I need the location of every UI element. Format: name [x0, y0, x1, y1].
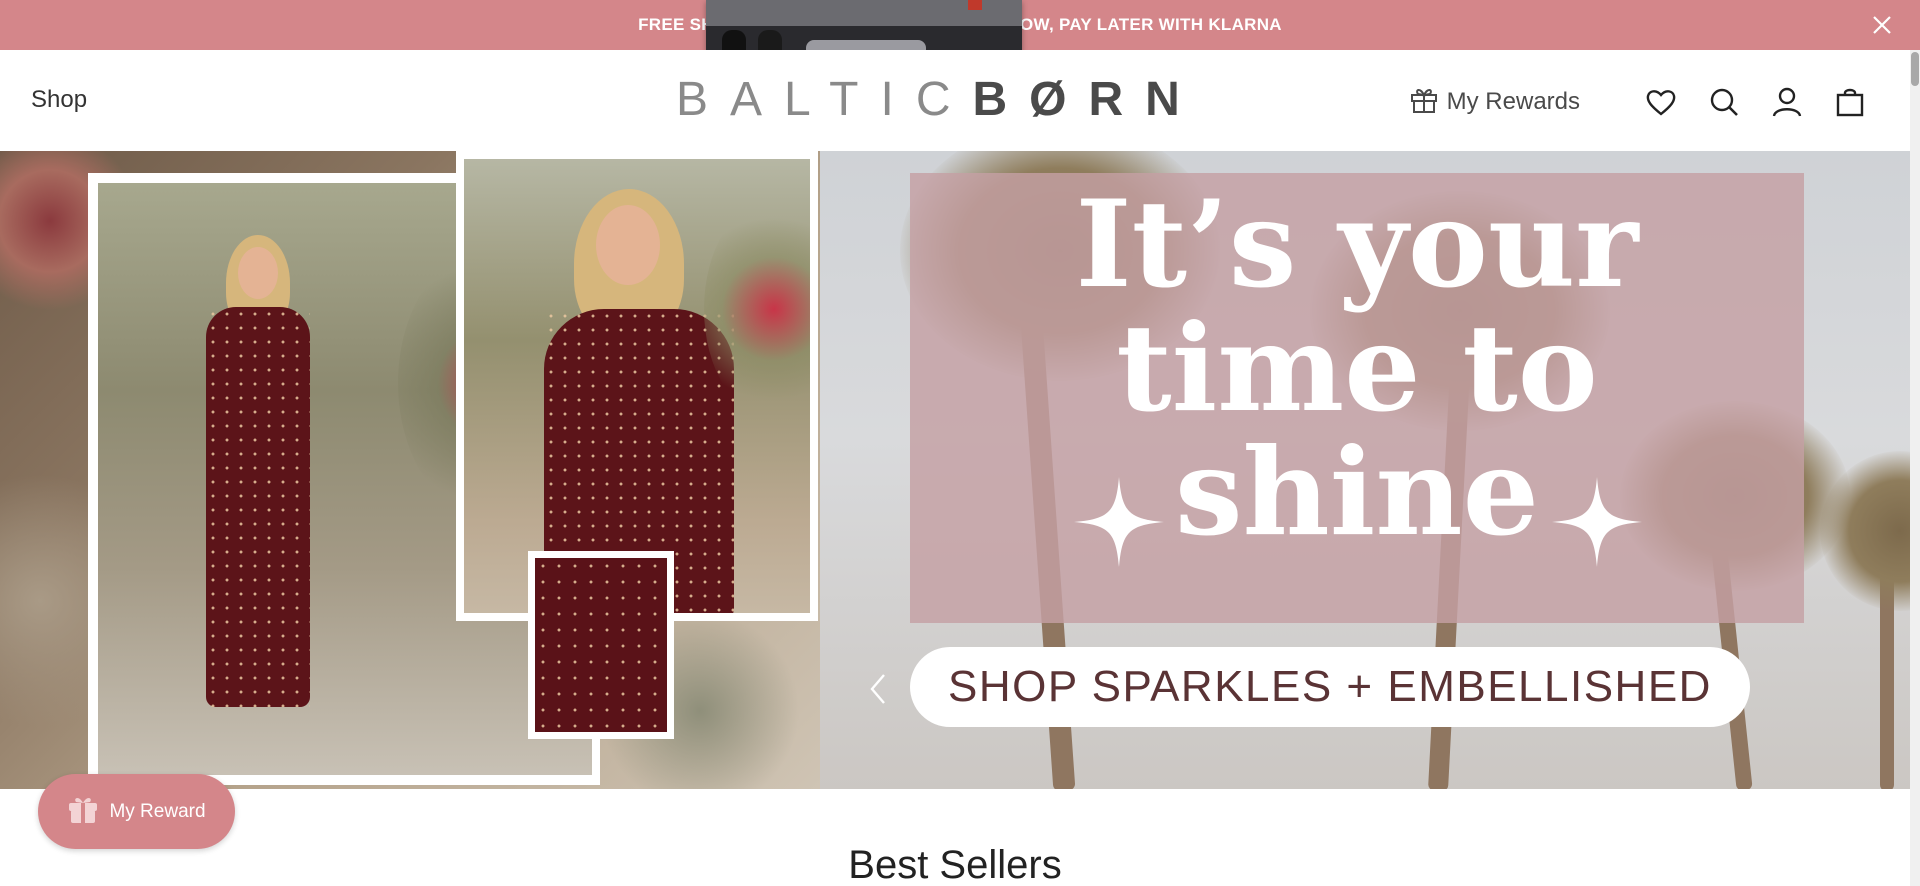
headline-line: shine — [1175, 422, 1539, 563]
hero-banner[interactable]: It’s your time to shine SHOP SPARKLES + … — [0, 151, 1910, 789]
model-dress — [206, 307, 310, 707]
hero-photo-model-standing — [464, 159, 810, 613]
my-rewards-link[interactable]: My Rewards — [1409, 84, 1580, 119]
my-reward-floating-button[interactable]: My Reward — [38, 774, 235, 849]
logo-text-dark: BØRN — [972, 73, 1202, 126]
header-actions: My Rewards — [1409, 84, 1866, 119]
brand-logo[interactable]: BALTICBØRN — [676, 76, 1202, 124]
fabric-swatch-photo — [535, 558, 667, 732]
site-header: Shop BALTICBØRN My Rewards — [0, 50, 1910, 151]
best-sellers-title: Best Sellers — [848, 843, 1062, 886]
hero-headline: It’s your time to shine — [910, 183, 1804, 555]
my-reward-label: My Reward — [109, 800, 206, 822]
sparkle-icon — [1552, 477, 1642, 567]
heart-icon[interactable] — [1645, 86, 1677, 118]
shop-menu-link[interactable]: Shop — [31, 86, 87, 114]
gift-icon — [1409, 84, 1439, 119]
page-scrollbar[interactable] — [1910, 50, 1920, 886]
headline-line: time to — [1116, 298, 1598, 439]
logo-text-light: BALTIC — [676, 73, 973, 126]
account-icon[interactable] — [1771, 86, 1803, 118]
video-record-indicator — [968, 0, 982, 10]
shop-sparkles-button[interactable]: SHOP SPARKLES + EMBELLISHED — [910, 647, 1750, 727]
scrollbar-thumb[interactable] — [1911, 52, 1919, 86]
chevron-left-icon[interactable] — [864, 671, 892, 707]
bag-icon[interactable] — [1834, 86, 1866, 118]
cta-label: SHOP SPARKLES + EMBELLISHED — [948, 662, 1712, 711]
model-face — [238, 247, 278, 299]
sparkle-icon — [1074, 477, 1164, 567]
my-rewards-label: My Rewards — [1446, 87, 1580, 115]
search-icon[interactable] — [1708, 86, 1740, 118]
gift-icon — [67, 793, 99, 830]
headline-line: It’s your — [1075, 174, 1639, 315]
close-icon[interactable] — [1870, 13, 1894, 37]
model-face — [596, 205, 660, 285]
